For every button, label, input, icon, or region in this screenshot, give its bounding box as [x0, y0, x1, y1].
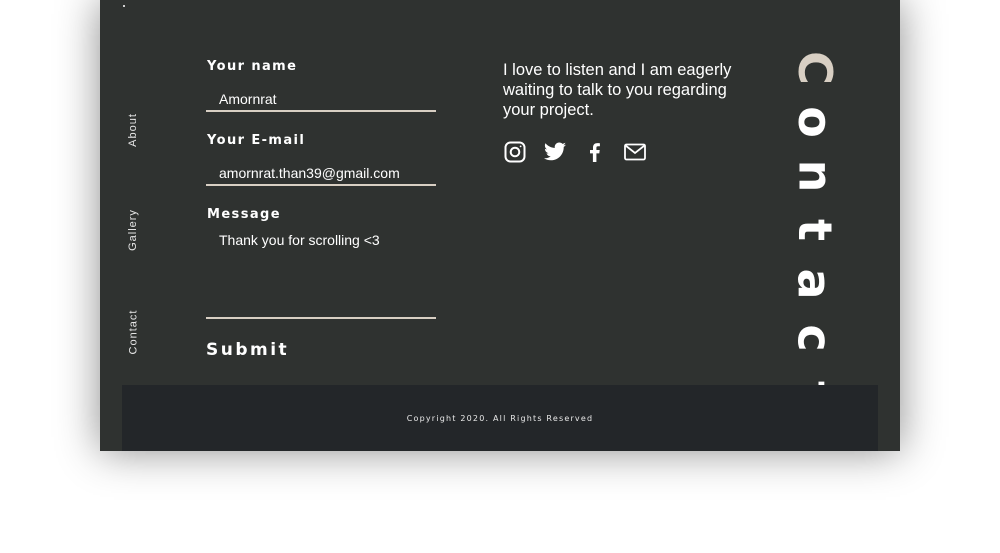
twitter-link[interactable]	[543, 140, 567, 164]
contact-section: About Gallery Contact Your name Your E-m…	[100, 0, 900, 451]
nav-item-gallery-label: Gallery	[127, 209, 139, 251]
heading-letter: a	[787, 268, 842, 300]
mail-link[interactable]	[623, 140, 647, 164]
contact-heading: C o n t a c t	[785, 41, 845, 403]
social-links	[503, 140, 647, 164]
instagram-link[interactable]	[503, 140, 527, 164]
intro-text: I love to listen and I am eagerly waitin…	[503, 61, 732, 119]
side-nav: About Gallery Contact	[100, 0, 150, 380]
footer: Copyright 2020. All Rights Reserved	[122, 385, 878, 451]
nav-item-gallery[interactable]: Gallery	[123, 200, 143, 260]
message-label: Message	[207, 207, 281, 222]
email-label: Your E-mail	[207, 133, 306, 148]
instagram-icon	[504, 141, 526, 163]
heading-letter: o	[787, 106, 842, 138]
heading-letter: C	[787, 51, 842, 85]
mail-icon	[624, 143, 646, 161]
submit-button[interactable]: Submit	[206, 340, 289, 360]
copyright-text: Copyright 2020. All Rights Reserved	[406, 413, 594, 423]
twitter-icon	[544, 142, 566, 161]
nav-item-about[interactable]: About	[123, 100, 143, 160]
nav-item-contact-label: Contact	[127, 309, 140, 355]
facebook-icon	[590, 143, 600, 162]
heading-letter: c	[788, 324, 842, 352]
name-input[interactable]	[206, 88, 436, 112]
facebook-link[interactable]	[583, 140, 607, 164]
heading-letter: n	[788, 159, 842, 193]
message-textarea[interactable]: Thank you for scrolling <3	[206, 231, 436, 319]
heading-letter: t	[788, 219, 842, 241]
name-label: Your name	[207, 59, 298, 74]
email-input[interactable]	[206, 162, 436, 186]
nav-item-about-label: About	[127, 113, 139, 147]
nav-item-contact[interactable]: Contact	[123, 300, 143, 364]
